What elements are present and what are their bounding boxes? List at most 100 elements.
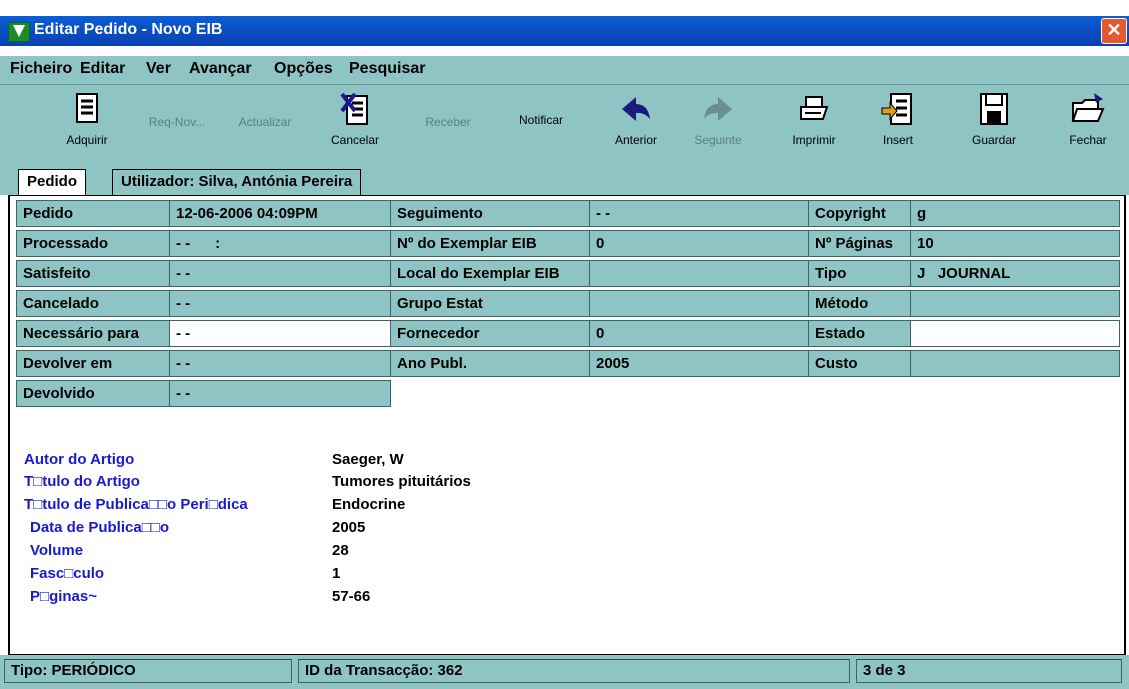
- necessario-input[interactable]: - -: [169, 320, 391, 347]
- volume-value: 28: [332, 542, 349, 559]
- window-title: Editar Pedido - Novo EIB: [34, 21, 223, 38]
- seguinte-label: Seguinte: [694, 133, 742, 147]
- guardar-button[interactable]: Guardar: [964, 91, 1024, 147]
- notificar-button[interactable]: Notificar: [506, 101, 576, 127]
- forward-arrow-icon: [704, 97, 732, 121]
- actualizar-button[interactable]: Actualizar: [226, 103, 304, 129]
- menu-avancar[interactable]: Avançar: [189, 60, 252, 78]
- satisfeito-label: Satisfeito: [16, 260, 170, 287]
- anterior-button[interactable]: Anterior: [606, 91, 666, 147]
- devolvido-value[interactable]: - -: [169, 380, 391, 407]
- estado-label: Estado: [808, 320, 911, 347]
- back-arrow-icon: [622, 97, 650, 121]
- devolver-value[interactable]: - -: [169, 350, 391, 377]
- guardar-label: Guardar: [971, 133, 1017, 147]
- menu-editar[interactable]: Editar: [80, 60, 125, 78]
- pedido-value[interactable]: 12-06-2006 04:09PM: [169, 200, 391, 227]
- close-button[interactable]: ✕: [1101, 18, 1127, 44]
- publication-date-label: Data de Publica□□o: [30, 519, 169, 536]
- title-bar: Editar Pedido - Novo EIB ✕: [0, 16, 1129, 46]
- adquirir-button[interactable]: Adquirir: [52, 91, 122, 147]
- req-nov-button[interactable]: Req-Nov...: [138, 103, 216, 129]
- close-folder-icon: [1071, 93, 1105, 122]
- pedido-label: Pedido: [16, 200, 170, 227]
- menu-opcoes[interactable]: Opções: [274, 60, 333, 78]
- window: Editar Pedido - Novo EIB ✕ Ficheiro Edit…: [0, 0, 1129, 689]
- copyright-value[interactable]: g: [910, 200, 1120, 227]
- menu-pesquisar[interactable]: Pesquisar: [349, 60, 425, 78]
- receber-button[interactable]: Receber: [418, 103, 478, 129]
- menu-ficheiro[interactable]: Ficheiro: [10, 60, 72, 78]
- printer-icon: [800, 96, 829, 120]
- ano-publ-value[interactable]: 2005: [589, 350, 809, 377]
- seguimento-value[interactable]: - -: [589, 200, 809, 227]
- adquirir-label: Adquirir: [66, 133, 108, 147]
- necessario-label: Necessário para: [16, 320, 170, 347]
- fechar-button[interactable]: Fechar: [1058, 91, 1118, 147]
- fornecedor-value[interactable]: 0: [589, 320, 809, 347]
- imprimir-button[interactable]: Imprimir: [784, 91, 844, 147]
- tipo-value[interactable]: J JOURNAL: [910, 260, 1120, 287]
- cancel-document-icon: [340, 92, 368, 125]
- processado-label: Processado: [16, 230, 170, 257]
- insert-button[interactable]: Insert: [868, 91, 928, 147]
- publication-date-value: 2005: [332, 519, 366, 536]
- satisfeito-value[interactable]: - -: [169, 260, 391, 287]
- metodo-value[interactable]: [910, 290, 1120, 317]
- imprimir-label: Imprimir: [792, 133, 836, 147]
- cancelar-button[interactable]: Cancelar: [320, 91, 390, 147]
- insert-label: Insert: [882, 133, 913, 147]
- tipo-label: Tipo: [808, 260, 911, 287]
- copyright-label: Copyright: [808, 200, 911, 227]
- volume-label: Volume: [30, 542, 84, 559]
- article-title-label: T□tulo do Artigo: [24, 473, 140, 490]
- menu-bar: Ficheiro Editar Ver Avançar Opções Pesqu…: [0, 56, 1129, 85]
- n-exemplar-value[interactable]: 0: [589, 230, 809, 257]
- custo-label: Custo: [808, 350, 911, 377]
- metodo-label: Método: [808, 290, 911, 317]
- seguimento-label: Seguimento: [390, 200, 590, 227]
- article-title-value: Tumores pituitários: [332, 473, 471, 490]
- status-tipo: Tipo: PERIÓDICO: [4, 659, 292, 683]
- document-icon: [76, 93, 98, 123]
- processado-value[interactable]: - - :: [169, 230, 391, 257]
- actualizar-label: Actualizar: [238, 115, 292, 129]
- periodical-title-label: T□tulo de Publica□□o Peri□dica: [24, 496, 248, 513]
- anterior-label: Anterior: [614, 133, 658, 147]
- save-disk-icon: [980, 93, 1008, 125]
- estado-input[interactable]: [910, 320, 1120, 347]
- fechar-label: Fechar: [1069, 133, 1107, 147]
- pages-label: P□ginas~: [30, 588, 98, 605]
- fornecedor-label: Fornecedor: [390, 320, 590, 347]
- app-icon: [8, 22, 30, 42]
- receber-label: Receber: [425, 115, 471, 129]
- ano-publ-label: Ano Publ.: [390, 350, 590, 377]
- grupo-estat-value[interactable]: [589, 290, 809, 317]
- devolver-label: Devolver em: [16, 350, 170, 377]
- custo-value[interactable]: [910, 350, 1120, 377]
- cancelado-label: Cancelado: [16, 290, 170, 317]
- n-paginas-value[interactable]: 10: [910, 230, 1120, 257]
- article-author-value: Saeger, W: [332, 451, 404, 468]
- toolbar: Adquirir Req-Nov... Actualizar Cancelar …: [0, 85, 1129, 165]
- order-panel: Pedido 12-06-2006 04:09PM Processado - -…: [8, 195, 1126, 656]
- n-paginas-label: Nº Páginas: [808, 230, 911, 257]
- tab-bar: Pedido Utilizador: Silva, Antónia Pereir…: [0, 165, 1129, 195]
- issue-label: Fasc□culo: [30, 565, 105, 582]
- article-author-label: Autor do Artigo: [24, 451, 135, 468]
- grupo-estat-label: Grupo Estat: [390, 290, 590, 317]
- req-nov-label: Req-Nov...: [148, 115, 206, 129]
- cancelado-value[interactable]: - -: [169, 290, 391, 317]
- cancelar-label: Cancelar: [330, 133, 380, 147]
- status-pagina: 3 de 3: [856, 659, 1122, 683]
- issue-value: 1: [332, 565, 341, 582]
- menu-ver[interactable]: Ver: [146, 60, 171, 78]
- tab-utilizador[interactable]: Utilizador: Silva, Antónia Pereira: [112, 169, 362, 195]
- tab-pedido[interactable]: Pedido: [18, 169, 87, 195]
- seguinte-button[interactable]: Seguinte: [688, 91, 748, 147]
- status-transaccao: ID da Transacção: 362: [298, 659, 850, 683]
- n-exemplar-label: Nº do Exemplar EIB: [390, 230, 590, 257]
- periodical-title-value: Endocrine: [332, 496, 406, 513]
- insert-document-icon: [881, 93, 912, 125]
- local-exemplar-value[interactable]: [589, 260, 809, 287]
